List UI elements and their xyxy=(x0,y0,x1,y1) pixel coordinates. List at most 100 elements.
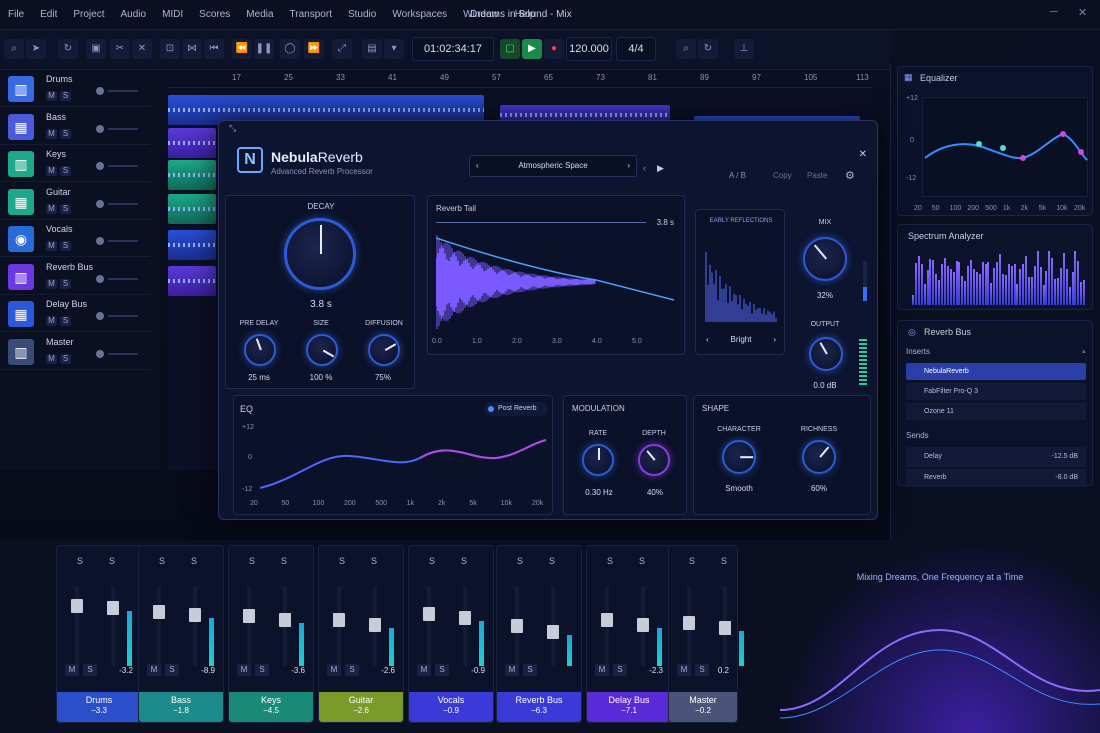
eq-band-node[interactable] xyxy=(1078,149,1084,155)
track-row[interactable]: ▥ Reverb Bus M S xyxy=(0,258,150,295)
eq-band-node[interactable] xyxy=(1020,155,1026,161)
fader-track[interactable] xyxy=(193,586,197,666)
output-knob[interactable] xyxy=(809,337,843,371)
fader-cap[interactable] xyxy=(243,608,255,623)
zoom-icon[interactable]: ⌕ xyxy=(676,39,696,59)
solo-button[interactable]: S xyxy=(165,664,179,676)
strip-name-badge[interactable]: Bass −1.8 xyxy=(139,692,223,722)
minimize-icon[interactable]: ─ xyxy=(1050,6,1058,18)
solo-button[interactable]: S xyxy=(613,664,627,676)
audio-clip[interactable] xyxy=(168,266,216,296)
fader-track[interactable] xyxy=(463,586,467,666)
insert-slot[interactable]: FabFilter Pro-Q 3 xyxy=(906,383,1086,400)
strip-icon[interactable]: S xyxy=(371,556,377,566)
cut-icon[interactable]: ✂ xyxy=(110,39,130,59)
fader-track[interactable] xyxy=(157,586,161,666)
fader-track[interactable] xyxy=(247,586,251,666)
mute-button[interactable]: M xyxy=(595,664,609,676)
loop-toggle-icon[interactable]: ▢ xyxy=(500,39,520,59)
timeline-ruler[interactable]: 17 25 33 41 49 57 65 73 81 89 97 105 113 xyxy=(168,70,873,88)
strip-icon[interactable]: S xyxy=(607,556,613,566)
track-row[interactable]: ▦ Guitar M S xyxy=(0,183,150,220)
paste-button[interactable]: Paste xyxy=(807,171,827,180)
pan-knob[interactable] xyxy=(96,199,104,208)
play-icon[interactable]: ▶ xyxy=(522,39,542,59)
pan-knob[interactable] xyxy=(96,124,104,133)
pan-knob[interactable] xyxy=(96,162,104,170)
strip-icon[interactable]: S xyxy=(461,556,467,566)
fader-cap[interactable] xyxy=(369,617,381,632)
plugin-eq-curve[interactable] xyxy=(260,424,546,494)
fader-track[interactable] xyxy=(75,586,79,666)
post-reverb-toggle[interactable]: Post Reverb xyxy=(484,402,548,416)
strip-icon[interactable]: S xyxy=(517,556,523,566)
sync-icon[interactable]: ↻ xyxy=(698,39,718,59)
reflection-mode-select[interactable]: ‹ Bright › xyxy=(702,332,780,348)
mute-button[interactable]: M xyxy=(46,166,57,176)
strip-icon[interactable]: S xyxy=(339,556,345,566)
strip-icon[interactable]: S xyxy=(689,556,695,566)
mute-button[interactable]: M xyxy=(46,316,57,326)
solo-button[interactable]: S xyxy=(345,664,359,676)
track-row[interactable]: ▥ Keys M S xyxy=(0,145,150,182)
skip-back-icon[interactable]: ⏪ xyxy=(232,39,252,59)
decay-knob[interactable] xyxy=(284,218,356,290)
diffusion-knob[interactable] xyxy=(368,334,400,366)
menu-item[interactable]: Transport xyxy=(282,9,340,20)
mute-button[interactable]: M xyxy=(46,91,57,101)
mute-button[interactable]: M xyxy=(677,664,691,676)
chevron-right-icon[interactable]: › xyxy=(773,332,776,348)
save-icon[interactable]: ▣ xyxy=(86,39,106,59)
time-display[interactable]: 01:02:34:17 xyxy=(412,37,494,61)
close-tool-icon[interactable]: ✕ xyxy=(132,39,152,59)
loop-icon[interactable]: ↻ xyxy=(58,39,78,59)
mute-button[interactable]: M xyxy=(505,664,519,676)
pan-knob[interactable] xyxy=(96,237,104,245)
menu-item[interactable]: Studio xyxy=(340,9,384,20)
solo-button[interactable]: S xyxy=(523,664,537,676)
mute-button[interactable]: M xyxy=(417,664,431,676)
fader-track[interactable] xyxy=(111,586,115,666)
character-knob[interactable] xyxy=(722,440,756,474)
fader-cap[interactable] xyxy=(279,612,291,627)
fader-cap[interactable] xyxy=(511,619,523,633)
pan-knob[interactable] xyxy=(96,87,104,95)
fader-cap[interactable] xyxy=(333,613,345,627)
fader-cap[interactable] xyxy=(153,605,165,620)
insert-slot[interactable]: Ozone 11 xyxy=(906,403,1086,420)
time-signature[interactable]: 4/4 xyxy=(616,37,656,61)
track-row[interactable]: ▥ Drums M S xyxy=(0,70,150,107)
strip-icon[interactable]: S xyxy=(549,556,555,566)
copy-button[interactable]: Copy xyxy=(773,171,792,180)
fader-cap[interactable] xyxy=(637,617,649,632)
chevron-left-icon[interactable]: ‹ xyxy=(476,156,479,176)
close-icon[interactable]: ✕ xyxy=(859,149,867,160)
fader-track[interactable] xyxy=(427,586,431,666)
preset-selector[interactable]: ‹ Atmospheric Space › xyxy=(469,155,637,177)
strip-icon[interactable]: S xyxy=(721,556,727,566)
fader-cap[interactable] xyxy=(189,608,201,623)
fader-cap[interactable] xyxy=(107,601,119,616)
solo-button[interactable]: S xyxy=(435,664,449,676)
insert-slot[interactable]: NebulaReverb xyxy=(906,363,1086,380)
metronome-icon[interactable]: ▤ xyxy=(362,39,382,59)
settings-gear-icon[interactable]: ⚙ xyxy=(845,169,855,182)
strip-icon[interactable]: S xyxy=(191,556,197,566)
solo-button[interactable]: S xyxy=(60,316,71,326)
mix-knob[interactable] xyxy=(803,237,847,281)
solo-button[interactable]: S xyxy=(60,128,71,139)
pause-icon[interactable]: ❚❚ xyxy=(254,39,274,59)
richness-knob[interactable] xyxy=(802,440,836,474)
strip-icon[interactable]: S xyxy=(281,556,287,566)
strip-icon[interactable]: S xyxy=(429,556,435,566)
fader-cap[interactable] xyxy=(601,613,613,627)
menu-item[interactable]: Edit xyxy=(32,9,65,20)
next-preset-icon[interactable]: ▶ xyxy=(657,163,664,174)
menu-item[interactable]: Scores xyxy=(191,9,238,20)
fader-cap[interactable] xyxy=(719,621,731,635)
strip-name-badge[interactable]: Master −0.2 xyxy=(669,692,737,722)
chevron-left-icon[interactable]: ‹ xyxy=(706,332,709,348)
fader-cap[interactable] xyxy=(547,624,559,639)
mute-button[interactable]: M xyxy=(46,128,57,139)
mute-button[interactable]: M xyxy=(46,241,57,251)
